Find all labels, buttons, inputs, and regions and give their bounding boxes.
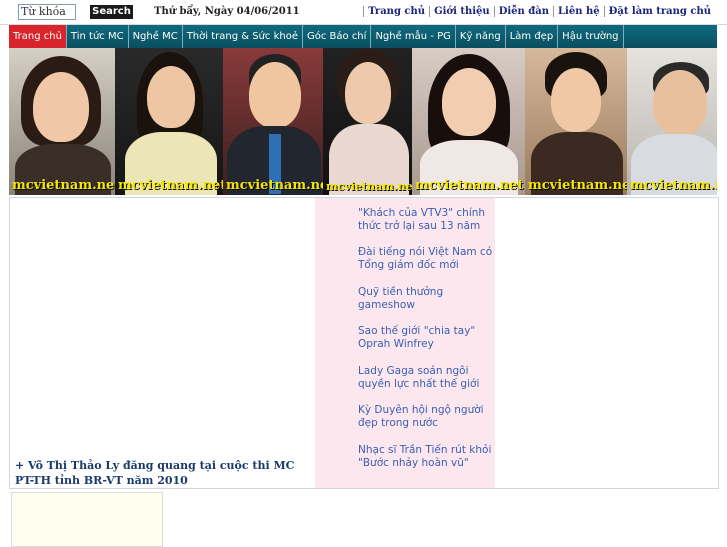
main-nav: Trang chủ Tin tức MC Nghề MC Thời trang … bbox=[9, 25, 717, 48]
news-item[interactable]: Sao thế giới "chia tay" Oprah Winfrey bbox=[358, 325, 495, 351]
nav-tab-backstage[interactable]: Hậu trường bbox=[558, 25, 624, 48]
featured-headline[interactable]: + Võ Thị Thảo Ly đăng quang tại cuộc thi… bbox=[15, 458, 310, 488]
featured-area: + Võ Thị Thảo Ly đăng quang tại cuộc thi… bbox=[10, 198, 313, 488]
top-links: Trang chủ Giới thiệu Diễn đàn Liên hệ Đặ… bbox=[363, 6, 715, 17]
search-button[interactable]: Search bbox=[90, 5, 133, 19]
banner-watermark: mcvietnam.net bbox=[415, 178, 524, 193]
bottom-panel bbox=[11, 492, 163, 547]
link-contact[interactable]: Liên hệ bbox=[553, 6, 604, 17]
link-home[interactable]: Trang chủ bbox=[363, 6, 429, 17]
search-input[interactable]: Từ khóa bbox=[18, 4, 76, 20]
news-item[interactable]: Đài tiếng nói Việt Nam có Tổng giám đốc … bbox=[358, 246, 495, 272]
banner-watermark: mcvietnam.net bbox=[326, 180, 412, 193]
current-date: Thứ bẩy, Ngày 04/06/2011 bbox=[154, 6, 300, 17]
banner-watermark: mcvietnam.net bbox=[12, 178, 115, 193]
nav-tab-fashion-health[interactable]: Thời trang & Sức khoẻ bbox=[183, 25, 303, 48]
banner-watermark: mcvietnam.net bbox=[528, 178, 627, 193]
nav-tab-skills[interactable]: Kỹ năng bbox=[456, 25, 506, 48]
banner-watermark: mcvietnam.net bbox=[630, 178, 717, 193]
news-item[interactable]: Lady Gaga soán ngôi quyền lực nhất thế g… bbox=[358, 365, 495, 391]
news-item[interactable]: Kỳ Duyên hội ngộ người đẹp trong nước bbox=[358, 404, 495, 430]
news-item[interactable]: Quỹ tiền thưởng gameshow bbox=[358, 286, 495, 312]
news-list: "Khách của VTV3" chính thức trở lại sau … bbox=[315, 198, 495, 488]
link-about[interactable]: Giới thiệu bbox=[429, 6, 494, 17]
nav-tab-home[interactable]: Trang chủ bbox=[9, 25, 67, 48]
banner-photo-3: mcvietnam.net bbox=[223, 48, 323, 195]
link-set-homepage[interactable]: Đặt làm trang chủ bbox=[603, 6, 715, 17]
nav-tab-mc-news[interactable]: Tin tức MC bbox=[67, 25, 129, 48]
nav-tab-press[interactable]: Góc Báo chí bbox=[303, 25, 372, 48]
banner-photo-7: mcvietnam.net bbox=[627, 48, 717, 195]
banner-watermark: mcvietnam.net bbox=[226, 178, 323, 193]
banner-photo-6: mcvietnam.net bbox=[525, 48, 627, 195]
nav-tab-mc-career[interactable]: Nghề MC bbox=[129, 25, 183, 48]
nav-tab-model-pg[interactable]: Nghề mẫu - PG bbox=[371, 25, 456, 48]
top-bar: Từ khóa Search Thứ bẩy, Ngày 04/06/2011 … bbox=[0, 0, 727, 25]
banner-photo-2: mcvietnam.net bbox=[115, 48, 223, 195]
link-forum[interactable]: Diễn đàn bbox=[493, 6, 553, 17]
news-item[interactable]: "Khách của VTV3" chính thức trở lại sau … bbox=[358, 207, 495, 233]
news-item[interactable]: Nhạc sĩ Trần Tiến rút khỏi "Bước nhảy ho… bbox=[358, 444, 495, 470]
banner-watermark: mcvietnam.net bbox=[118, 178, 223, 193]
banner-photo-1: mcvietnam.net bbox=[9, 48, 115, 195]
banner-photo-4: mcvietnam.net bbox=[323, 48, 412, 195]
banner-photo-5: mcvietnam.net bbox=[412, 48, 525, 195]
nav-tab-beauty[interactable]: Làm đẹp bbox=[506, 25, 559, 48]
content-area: + Võ Thị Thảo Ly đăng quang tại cuộc thi… bbox=[9, 197, 719, 489]
header-banner: mcvietnam.net mcvietnam.net mcvietnam.ne… bbox=[9, 48, 717, 195]
